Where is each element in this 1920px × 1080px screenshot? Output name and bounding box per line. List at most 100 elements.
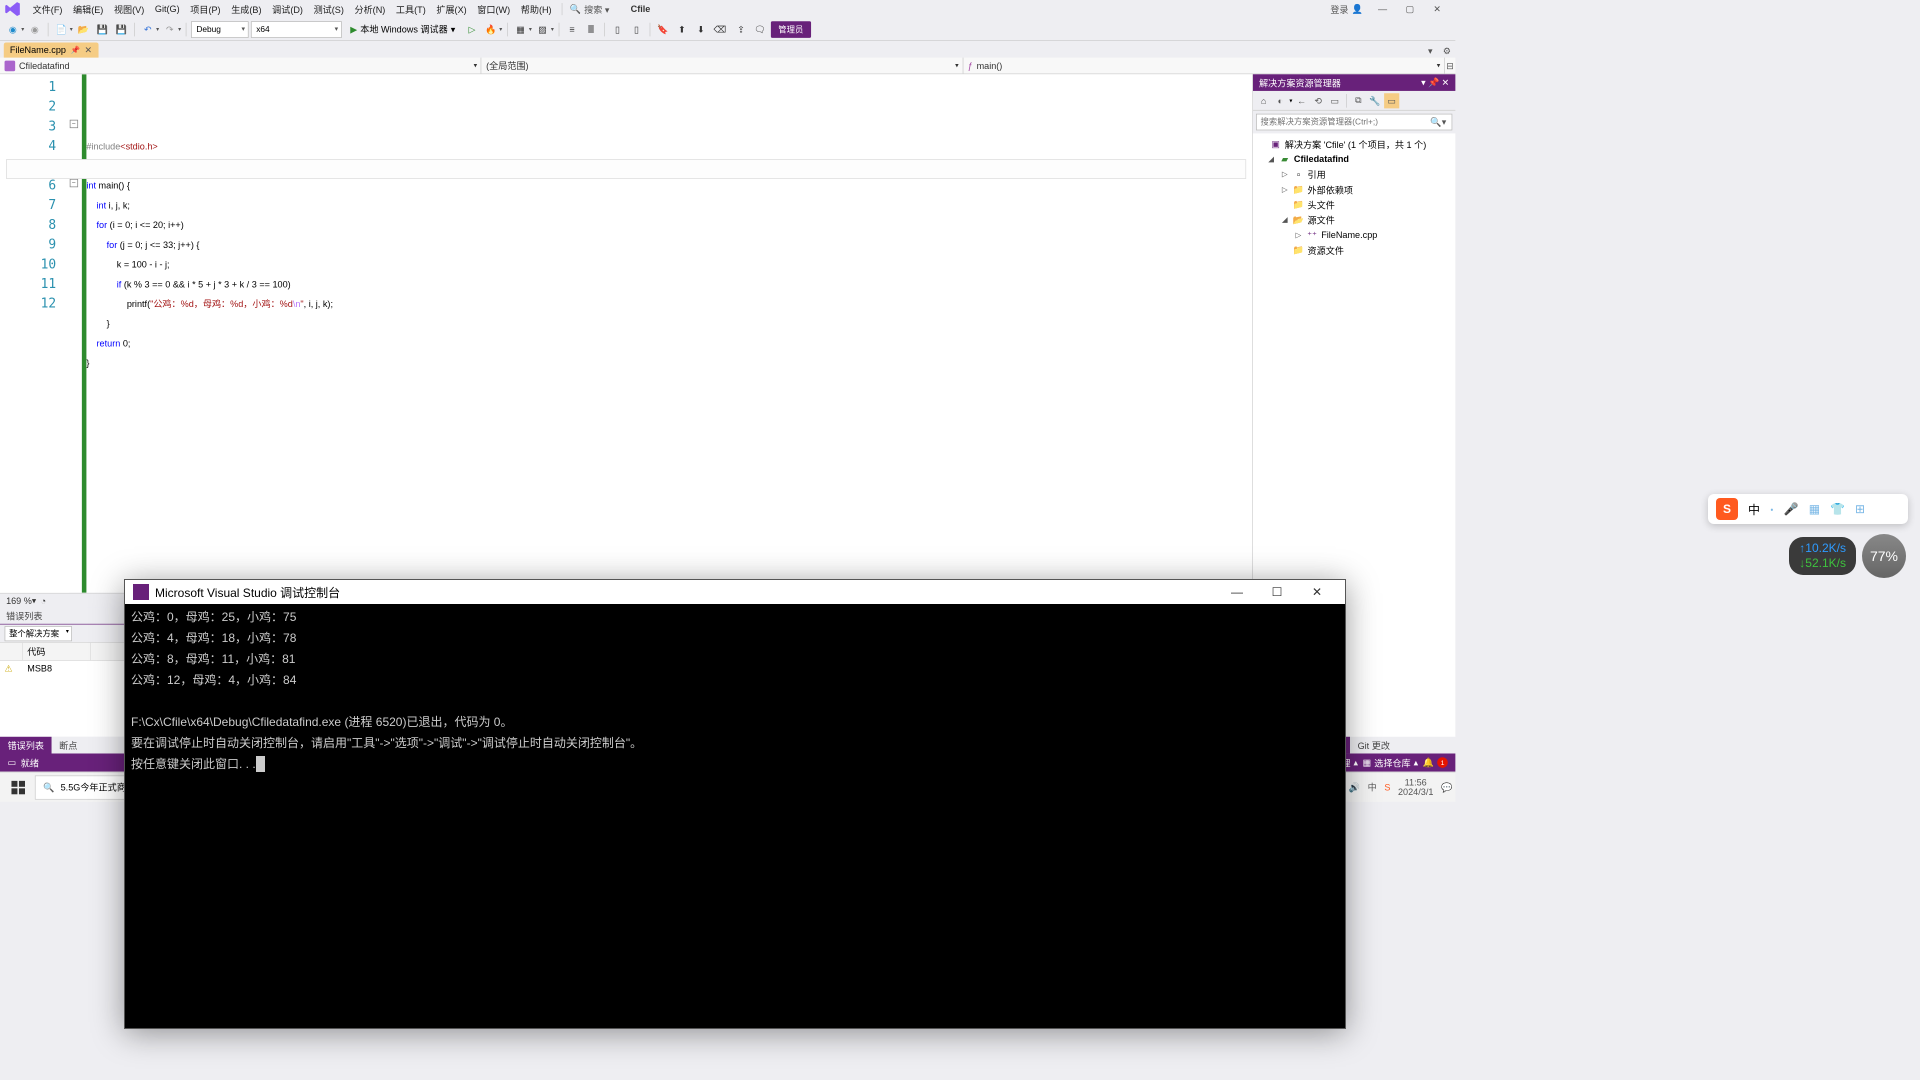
menu-test[interactable]: 测试(S)	[308, 0, 349, 17]
nav-scope-combo[interactable]: Cfiledatafind	[0, 58, 482, 74]
tab-git-changes[interactable]: Git 更改	[1350, 737, 1398, 754]
indent-btn[interactable]: ≡	[564, 21, 581, 38]
output-icon[interactable]: ▭	[8, 757, 17, 768]
cpu-meter[interactable]: 77%	[1862, 534, 1906, 578]
ime-skin-icon[interactable]: ▦	[1809, 502, 1820, 516]
preview-icon[interactable]: ▭	[1384, 93, 1399, 108]
nav-global-combo[interactable]: (全局范围)	[482, 58, 964, 74]
show-all-icon[interactable]: ⧉	[1351, 93, 1366, 108]
menu-ext[interactable]: 扩展(X)	[431, 0, 472, 17]
menu-window[interactable]: 窗口(W)	[472, 0, 515, 17]
se-dropdown-icon[interactable]: ▾	[1421, 77, 1426, 88]
redo-button[interactable]: ↷	[161, 21, 178, 38]
code-editor[interactable]: 123456789101112 − − #include<stdio.h> in…	[0, 74, 1252, 592]
zoom-level[interactable]: 169 %	[6, 595, 32, 606]
action-center-icon[interactable]: 💬	[1441, 782, 1452, 793]
perf-widget[interactable]: ↑10.2K/s↓52.1K/s 77%	[1789, 534, 1906, 578]
toolbtn-2[interactable]: ▨	[534, 21, 551, 38]
se-search[interactable]: 🔍▾	[1256, 114, 1452, 131]
tab-breakpoints[interactable]: 断点	[52, 736, 85, 753]
search-icon[interactable]: 🔍▾	[1430, 117, 1446, 128]
menu-tools[interactable]: 工具(T)	[391, 0, 431, 17]
bookmark-btn[interactable]: 🔖	[655, 21, 672, 38]
switch-view-icon[interactable]: ◐	[1273, 93, 1288, 108]
bookmark-clear[interactable]: ⌫	[712, 21, 729, 38]
sync-icon[interactable]: ⟲	[1311, 93, 1326, 108]
ime-lang[interactable]: 中	[1748, 501, 1760, 518]
feedback-icon[interactable]: 🗨	[752, 21, 769, 38]
volume-icon[interactable]: 🔊	[1349, 782, 1360, 793]
nav-func-combo[interactable]: ƒmain()	[963, 58, 1445, 74]
menu-debug[interactable]: 调试(D)	[267, 0, 308, 17]
repo-select-button[interactable]: ▦ 选择仓库 ▴	[1363, 756, 1419, 769]
menu-build[interactable]: 生成(B)	[226, 0, 267, 17]
clock[interactable]: 11:562024/3/1	[1398, 777, 1433, 797]
bookmark-prev[interactable]: ⬆	[674, 21, 691, 38]
menu-project[interactable]: 项目(P)	[185, 0, 226, 17]
outdent-btn[interactable]: ≣	[583, 21, 600, 38]
nav-fwd-button[interactable]: ◉	[27, 21, 44, 38]
close-button[interactable]: ✕	[1424, 0, 1451, 18]
ime-icon[interactable]: 中	[1368, 781, 1377, 794]
gear-icon[interactable]: ⚙	[1440, 44, 1454, 58]
ime-tool-icon[interactable]: 👕	[1830, 502, 1845, 516]
col-code[interactable]: 代码	[23, 643, 91, 660]
run-nodebug-button[interactable]: ▷	[464, 21, 481, 38]
ime-menu-icon[interactable]: ⊞	[1855, 502, 1865, 516]
menu-view[interactable]: 视图(V)	[109, 0, 150, 17]
notifications-button[interactable]: 🔔1	[1423, 757, 1448, 768]
ime-voice-icon[interactable]: 🎤	[1784, 502, 1799, 516]
file-tab[interactable]: FileName.cpp 📌 ✕	[4, 42, 98, 57]
scope-combo[interactable]: 整个解决方案	[5, 626, 72, 641]
pin-icon[interactable]: 📌	[71, 46, 80, 54]
fold-icon[interactable]: −	[70, 120, 78, 128]
se-search-input[interactable]	[1256, 114, 1452, 131]
se-pin-icon[interactable]: 📌	[1428, 77, 1439, 88]
se-close-icon[interactable]: ✕	[1442, 77, 1450, 88]
platform-combo[interactable]: x64	[251, 21, 342, 38]
minimize-button[interactable]: —	[1369, 0, 1396, 18]
login-button[interactable]: 登录 👤	[1330, 3, 1363, 16]
uncomment-btn[interactable]: ▯	[628, 21, 645, 38]
run-button[interactable]: ▶本地 Windows 调试器 ▾	[344, 21, 461, 38]
open-button[interactable]: 📂	[75, 21, 92, 38]
share-icon[interactable]: ⇪	[733, 21, 750, 38]
ime-punct-icon[interactable]: ꞏ	[1770, 501, 1774, 518]
menu-help[interactable]: 帮助(H)	[515, 0, 556, 17]
menu-edit[interactable]: 编辑(E)	[68, 0, 109, 17]
search-label[interactable]: 搜索 ▾	[584, 3, 609, 16]
config-combo[interactable]: Debug	[191, 21, 249, 38]
save-button[interactable]: 💾	[94, 21, 111, 38]
tab-error-list[interactable]: 错误列表	[0, 736, 52, 753]
bookmark-next[interactable]: ⬇	[693, 21, 710, 38]
hot-reload-icon[interactable]: 🔥	[483, 21, 500, 38]
sogou-logo-icon[interactable]: S	[1716, 498, 1738, 520]
back-icon[interactable]: ←	[1294, 93, 1309, 108]
debug-console-window[interactable]: Microsoft Visual Studio 调试控制台 — ☐ ✕ 公鸡：0…	[124, 579, 1346, 1029]
undo-button[interactable]: ↶	[139, 21, 156, 38]
fold-icon[interactable]: −	[70, 179, 78, 187]
tab-dropdown-icon[interactable]: ▾	[1424, 44, 1438, 58]
save-all-button[interactable]: 💾	[113, 21, 130, 38]
maximize-button[interactable]: ▢	[1396, 0, 1423, 18]
split-icon[interactable]: ⊟	[1445, 58, 1456, 74]
home-icon[interactable]: ⌂	[1256, 93, 1271, 108]
console-min-button[interactable]: —	[1217, 585, 1257, 599]
collapse-icon[interactable]: ▭	[1327, 93, 1342, 108]
tab-close-icon[interactable]: ✕	[85, 45, 93, 56]
comment-btn[interactable]: ▯	[609, 21, 626, 38]
search-icon[interactable]: 🔍	[570, 4, 581, 15]
console-titlebar[interactable]: Microsoft Visual Studio 调试控制台 — ☐ ✕	[125, 580, 1345, 604]
start-button[interactable]	[3, 772, 33, 802]
menu-analyze[interactable]: 分析(N)	[349, 0, 390, 17]
properties-icon[interactable]: 🔧	[1367, 93, 1382, 108]
sogou-tray-icon[interactable]: S	[1384, 782, 1390, 793]
console-max-button[interactable]: ☐	[1257, 585, 1297, 599]
nav-back-button[interactable]: ◉	[5, 21, 22, 38]
menu-git[interactable]: Git(G)	[150, 2, 185, 17]
issues-icon[interactable]: ◔	[41, 595, 46, 606]
new-button[interactable]: 📄	[53, 21, 70, 38]
toolbtn-1[interactable]: ▦	[512, 21, 529, 38]
console-close-button[interactable]: ✕	[1297, 585, 1337, 599]
ime-toolbar[interactable]: S 中 ꞏ 🎤 ▦ 👕 ⊞	[1708, 494, 1908, 524]
